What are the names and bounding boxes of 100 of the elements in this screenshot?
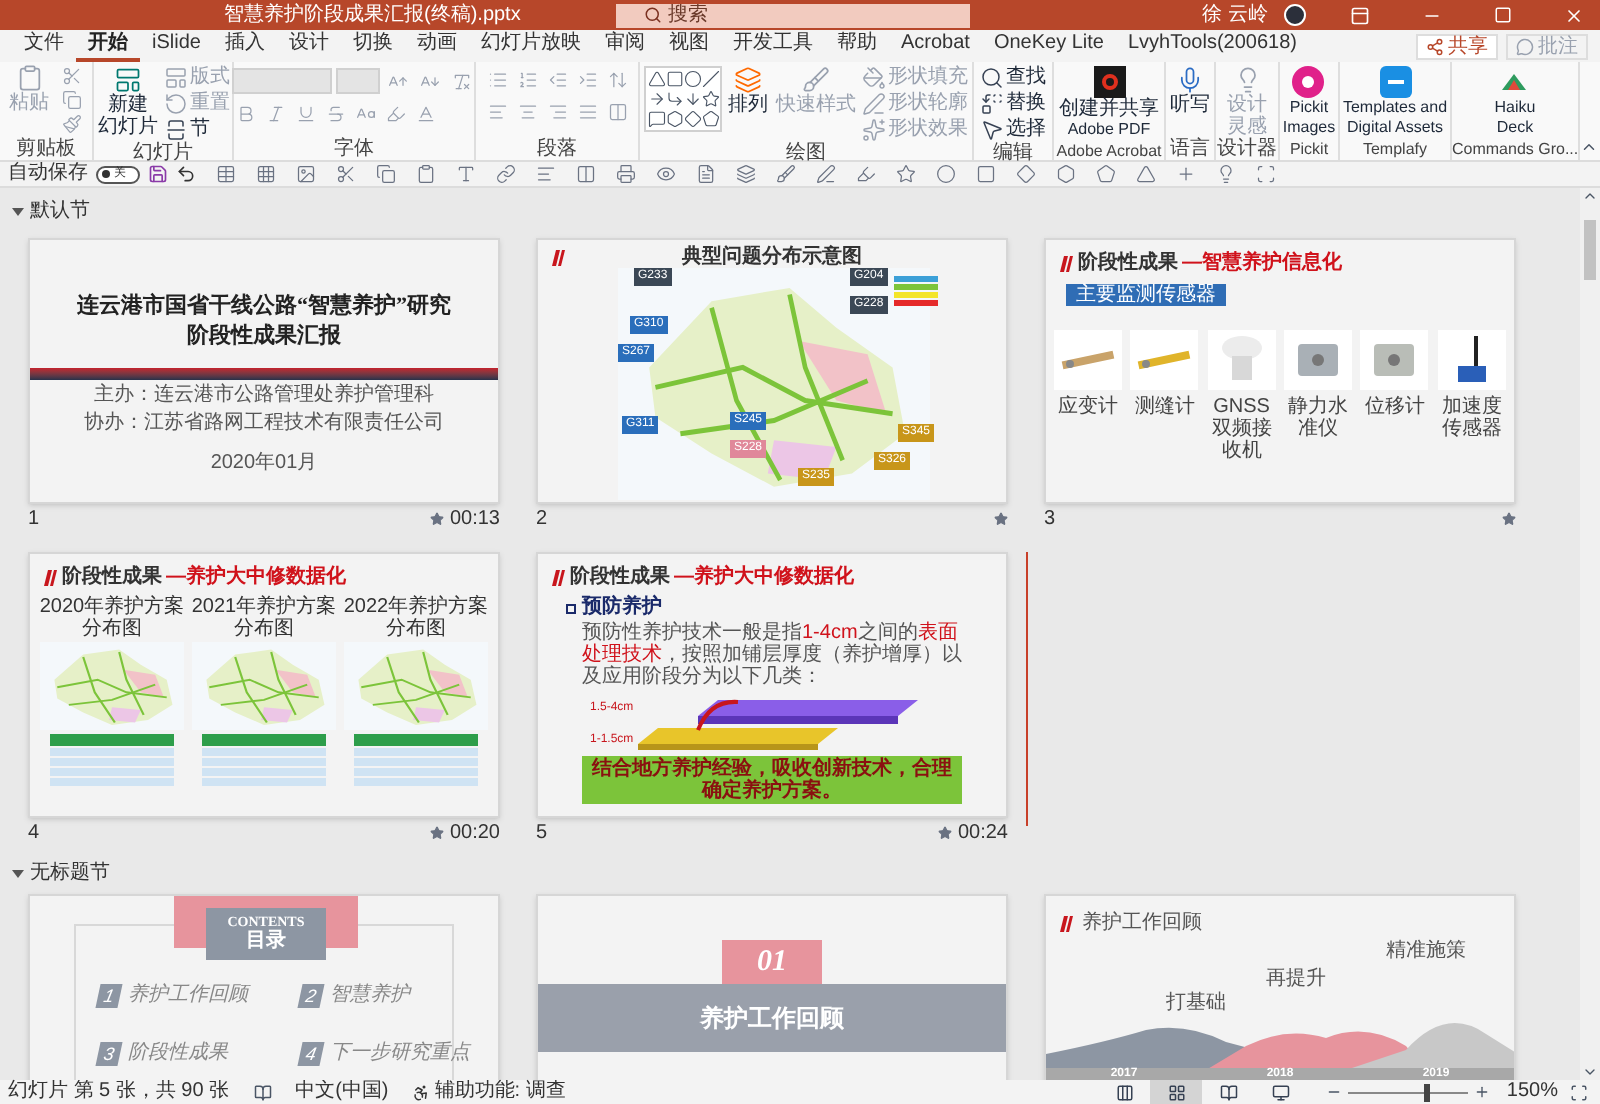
- section-button[interactable]: 节: [164, 118, 230, 142]
- toolbar-icon[interactable]: [296, 164, 316, 184]
- ribbon-tab[interactable]: 视图: [656, 30, 721, 62]
- section-header[interactable]: 默认节: [12, 200, 90, 224]
- avatar[interactable]: [1284, 4, 1306, 26]
- toolbar-icon[interactable]: [816, 164, 836, 184]
- ribbon-tab[interactable]: iSlide: [140, 30, 213, 62]
- toolbar-icon[interactable]: [416, 164, 436, 184]
- copy-icon[interactable]: [57, 88, 85, 112]
- shape-icon[interactable]: [648, 110, 666, 128]
- scroll-thumb[interactable]: [1584, 220, 1596, 280]
- ribbon-tab[interactable]: 审阅: [592, 30, 657, 62]
- shape-icon[interactable]: [702, 90, 720, 108]
- format-painter-icon[interactable]: [57, 112, 85, 136]
- close-icon[interactable]: [1564, 5, 1584, 25]
- section-header[interactable]: 无标题节: [12, 862, 110, 886]
- haiku-deck-button[interactable]: Haiku Deck: [1492, 66, 1538, 138]
- find-button[interactable]: 查找: [980, 66, 1046, 90]
- toolbar-icon[interactable]: [216, 164, 236, 184]
- slide-title: 阶段性成果: [570, 563, 670, 592]
- zoom-thumb[interactable]: [1423, 1083, 1430, 1101]
- shape-icon[interactable]: [666, 90, 684, 108]
- select-button[interactable]: 选择: [980, 118, 1046, 142]
- scroll-up-icon[interactable]: [1582, 188, 1598, 204]
- new-slide-icon: [114, 66, 142, 94]
- toolbar-icon[interactable]: [1056, 164, 1076, 184]
- font-size-field[interactable]: [336, 68, 380, 94]
- toolbar-icon[interactable]: [896, 164, 916, 184]
- toolbar-icon[interactable]: [1256, 164, 1276, 184]
- toolbar-icon[interactable]: [1176, 164, 1196, 184]
- create-pdf-button[interactable]: 创建并共享 Adobe PDF: [1057, 66, 1161, 140]
- ribbon-tab[interactable]: OneKey Lite: [981, 30, 1116, 62]
- fit-slide-icon[interactable]: [1570, 1083, 1588, 1101]
- ribbon-tab[interactable]: Acrobat: [888, 30, 982, 62]
- ribbon-tab[interactable]: 切换: [340, 30, 405, 62]
- slide-duration: 00:20: [449, 819, 500, 847]
- search-field[interactable]: 搜索: [616, 3, 970, 27]
- ribbon-display-icon[interactable]: [1350, 5, 1370, 25]
- view-button[interactable]: [1150, 1080, 1203, 1104]
- scrollbar[interactable]: [1580, 188, 1600, 1080]
- item-text: 智慧养护: [330, 981, 410, 1010]
- user-name[interactable]: 徐 云岭: [1202, 0, 1268, 30]
- toolbar-icon[interactable]: [696, 164, 716, 184]
- ribbon-tab[interactable]: 帮助: [824, 30, 889, 62]
- toolbar-icon[interactable]: [376, 164, 396, 184]
- shape-icon[interactable]: [684, 110, 702, 128]
- ribbon-tab[interactable]: 插入: [212, 30, 277, 62]
- ribbon-tab[interactable]: LvyhTools(200618): [1115, 30, 1309, 62]
- share-button[interactable]: 共享: [1416, 33, 1498, 59]
- maximize-icon[interactable]: [1494, 6, 1512, 24]
- shapes-gallery[interactable]: [644, 66, 722, 132]
- section-toggle-icon: [12, 208, 24, 216]
- toolbar-icon[interactable]: [656, 164, 676, 184]
- ribbon-tab[interactable]: 文件: [12, 30, 76, 62]
- font-name-field[interactable]: [232, 68, 332, 94]
- slide-number: 5: [536, 819, 548, 847]
- accessibility-button[interactable]: 辅助功能: 调查: [412, 1080, 566, 1104]
- save-icon[interactable]: [148, 164, 168, 184]
- slide-thumbnail[interactable]: 连云港市国省干线公路“智慧养护”研究 阶段性成果汇报 主办：连云港市公路管理处养护管理科 协办：江苏省路网工程技术有限责任公司 2020年01月: [28, 238, 500, 504]
- pickit-button[interactable]: Pickit Images: [1280, 66, 1338, 138]
- toolbar-icon[interactable]: [336, 164, 356, 184]
- language-status[interactable]: 中文(中国): [295, 1080, 389, 1104]
- slide-thumbnail[interactable]: 阶段性成果 —智慧养护信息化 主要监测传感器 应变计 测缝计 GNSS双频接收机 静力水准仪 位移计 加速度传感器: [1044, 238, 1516, 504]
- zoom-in-icon[interactable]: [1474, 1084, 1491, 1100]
- item-text: 养护工作回顾: [128, 981, 248, 1010]
- dictate-button[interactable]: 听写: [1168, 66, 1212, 138]
- slide-thumbnail[interactable]: 阶段性成果 —养护大中修数据化 2020年养护方案分布图 2021年养护方案分布图 2022年养护方案分布图: [28, 552, 500, 818]
- templafy-button[interactable]: Templates and Digital Assets: [1340, 66, 1450, 138]
- ribbon-tab[interactable]: 开发工具: [720, 30, 825, 62]
- zoom-level[interactable]: 150%: [1506, 1080, 1558, 1104]
- toolbar-icon[interactable]: [1096, 164, 1116, 184]
- arrange-button[interactable]: 排列: [726, 66, 770, 116]
- toolbar-icon[interactable]: [576, 164, 596, 184]
- undo-icon[interactable]: [176, 164, 196, 184]
- toolbar-icon[interactable]: [256, 164, 276, 184]
- ribbon-tab[interactable]: 幻灯片放映: [468, 30, 593, 62]
- ribbon-tab[interactable]: 动画: [404, 30, 469, 62]
- notes-icon[interactable]: [253, 1083, 272, 1101]
- group-label: Pickit: [1287, 138, 1331, 160]
- toolbar-icon[interactable]: [1216, 164, 1236, 184]
- toolbar-icon[interactable]: [736, 164, 756, 184]
- toolbar-icon[interactable]: [776, 164, 796, 184]
- toolbar-icon[interactable]: [1136, 164, 1156, 184]
- ribbon-tab[interactable]: 设计: [276, 30, 341, 62]
- scroll-down-icon[interactable]: [1582, 1064, 1598, 1080]
- new-slide-button[interactable]: 新建 幻灯片: [96, 66, 160, 138]
- map-caption: 2020年养护方案分布图: [38, 596, 186, 640]
- collapse-ribbon-icon[interactable]: [1580, 138, 1598, 156]
- shape-icon[interactable]: [648, 90, 666, 108]
- toolbar-icon[interactable]: [536, 164, 556, 184]
- item-number: 1: [95, 983, 123, 1007]
- toolbar-icon[interactable]: [456, 164, 476, 184]
- toolbar-icon[interactable]: [856, 164, 876, 184]
- replace-button[interactable]: 替换: [980, 92, 1046, 116]
- shape-icon[interactable]: [702, 110, 720, 128]
- shape-icon[interactable]: [684, 90, 702, 108]
- toolbar-icon[interactable]: [496, 164, 516, 184]
- highlighter-icon[interactable]: [382, 102, 410, 126]
- toolbar-icon[interactable]: [616, 164, 636, 184]
- shape-icon[interactable]: [666, 110, 684, 128]
